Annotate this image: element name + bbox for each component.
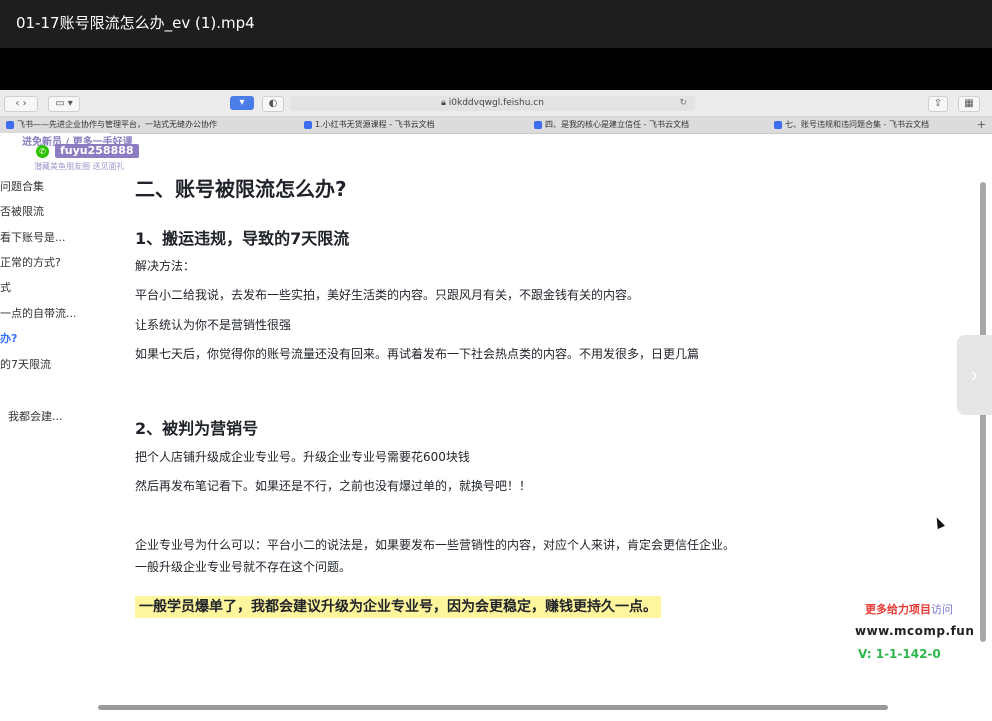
outline-item[interactable]: 问题合集	[0, 178, 44, 194]
paragraph: 如果七天后，你觉得你的账号流量还没有回来。再试着发布一下社会热点类的内容。不用发…	[135, 347, 700, 361]
section-2-title: 2、被判为营销号	[135, 419, 259, 438]
paragraph: 企业专业号为什么可以：平台小二的说法是，如果要发布一些营销性的内容，对应个人来讲…	[135, 538, 736, 552]
heading-1: 二、账号被限流怎么办?	[135, 177, 347, 201]
outline-item[interactable]: 看下账号是...	[0, 229, 66, 245]
url-text: i0kddvqwgl.feishu.cn	[448, 98, 544, 108]
watermark-contact: V: 1-1-142-0	[858, 647, 941, 661]
new-tab-button[interactable]: +	[977, 117, 986, 133]
doc-icon	[304, 120, 312, 129]
browser-toolbar: ‹ › ▭ ▾ ▾ ◐ 🔒︎ i0kddvqwgl.feishu.cn ↻ ⇪ …	[0, 90, 992, 117]
section-1-title: 1、搬运违规，导致的7天限流	[135, 229, 350, 248]
outline-item[interactable]: 一点的自带流...	[0, 305, 77, 321]
video-letterbox	[0, 48, 992, 90]
download-icon[interactable]: ▾	[230, 96, 254, 110]
watermark-line1: 更多给力项目访问	[865, 603, 953, 616]
tab-strip: 飞书——先进企业协作与管理平台，一站式无缝办公协作 1.小红书无货源课程 - 飞…	[0, 117, 992, 134]
outline-item[interactable]: 正常的方式?	[0, 254, 61, 270]
paragraph: 解决方法：	[135, 259, 196, 273]
chevron-right-icon[interactable]: ›	[957, 335, 992, 415]
doc-icon	[534, 120, 542, 129]
outline-item[interactable]: 否被限流	[0, 203, 44, 219]
lock-icon: 🔒︎	[441, 98, 449, 108]
address-bar[interactable]: 🔒︎ i0kddvqwgl.feishu.cn ↻	[290, 96, 695, 111]
doc-icon	[774, 120, 782, 129]
shield-icon[interactable]: ◐	[262, 96, 284, 112]
paragraph: 然后再发布笔记看下。如果还是不行，之前也没有爆过单的，就换号吧！！	[135, 479, 532, 493]
outline-item[interactable]: 的7天限流	[0, 356, 51, 372]
tab-trust[interactable]: 四、是我的核心是建立信任 - 飞书云文档	[534, 117, 764, 133]
back-forward-buttons[interactable]: ‹ ›	[4, 96, 38, 112]
browser-viewport: ‹ › ▭ ▾ ▾ ◐ 🔒︎ i0kddvqwgl.feishu.cn ↻ ⇪ …	[0, 90, 992, 721]
wechat-icon: ✆	[36, 145, 49, 158]
tab-feishu[interactable]: 飞书——先进企业协作与管理平台，一站式无缝办公协作	[6, 117, 296, 133]
tab-violations[interactable]: 七、账号违规和违问题合集 - 飞书云文档	[774, 117, 964, 133]
outline-item-active[interactable]: 办?	[0, 330, 17, 346]
reload-icon[interactable]: ↻	[679, 96, 687, 111]
doc-outline-sidebar: 进免新员 / 更多一手好课 ✆ fuyu258888 潜藏美鱼朋友圈 送见面礼 …	[0, 133, 139, 721]
paragraph: 让系统认为你不是营销性很强	[135, 318, 292, 332]
paragraph: 一般升级企业专业号就不存在这个问题。	[135, 560, 352, 574]
doc-content: 二、账号被限流怎么办? 1、搬运违规，导致的7天限流 解决方法： 平台小二给我说…	[110, 133, 980, 721]
tab-course[interactable]: 1.小红书无货源课程 - 飞书云文档	[304, 117, 524, 133]
paragraph: 把个人店铺升级成企业专业号。升级企业专业号需要花600块钱	[135, 450, 470, 464]
tab-overview-icon[interactable]: ▦	[958, 96, 980, 112]
share-icon[interactable]: ⇪	[928, 96, 948, 112]
feishu-icon	[6, 120, 14, 129]
paragraph: 平台小二给我说，去发布一些实拍，美好生活类的内容。只跟风月有关，不跟金钱有关的内…	[135, 288, 640, 302]
outline-item[interactable]: 式	[0, 279, 11, 295]
highlighted-text: 一般学员爆单了，我都会建议升级为企业专业号，因为会更稳定，赚钱更持久一点。	[135, 596, 661, 618]
watermark-url: www.mcomp.fun	[855, 624, 975, 638]
outline-item[interactable]: 我都会建...	[8, 408, 63, 424]
horizontal-scrollbar[interactable]	[98, 705, 888, 710]
video-title: 01-17账号限流怎么办_ev (1).mp4	[0, 0, 992, 48]
sidebar-toggle-icon[interactable]: ▭ ▾	[48, 96, 80, 112]
